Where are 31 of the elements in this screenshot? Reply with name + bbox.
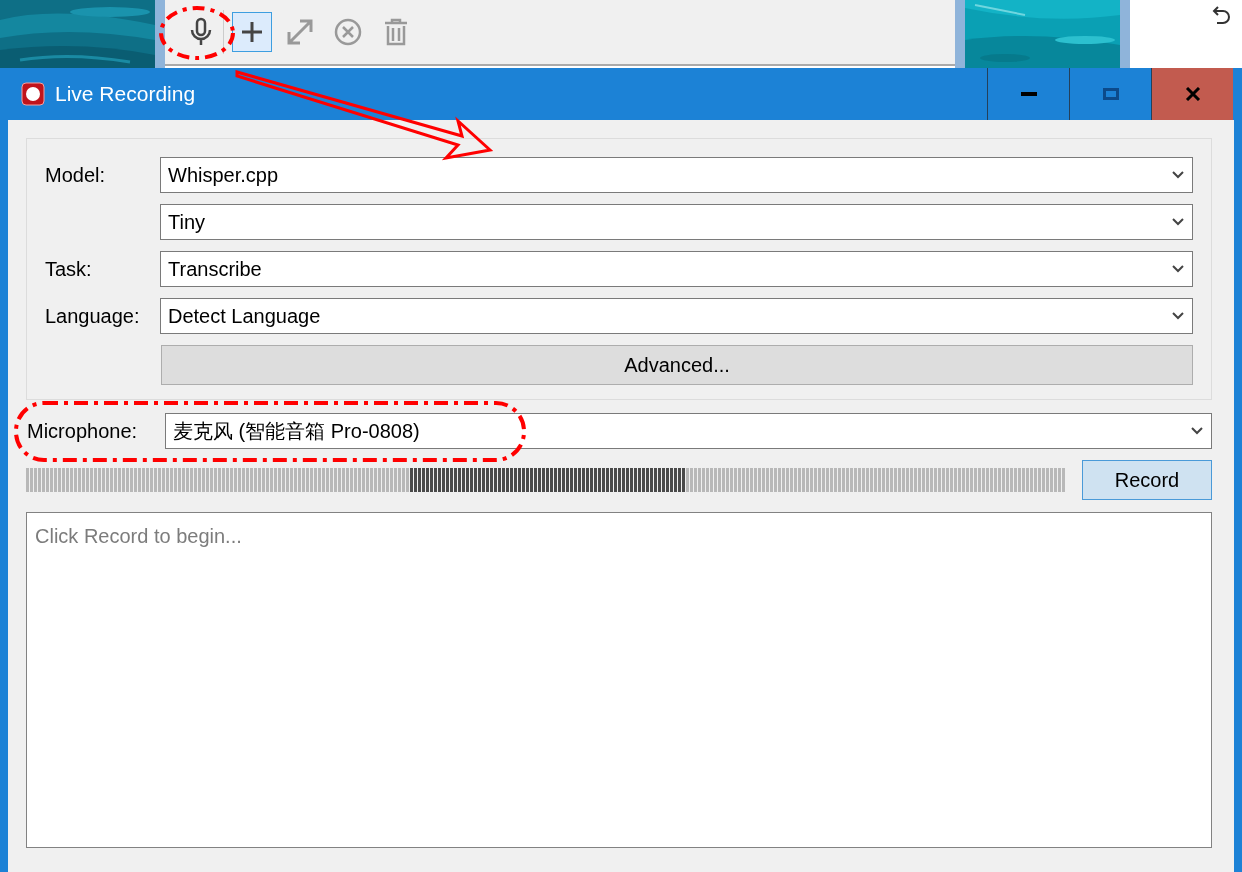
- record-button[interactable]: Record: [1082, 460, 1212, 500]
- plus-button[interactable]: [232, 12, 272, 52]
- settings-dropdown[interactable]: Detect Language: [160, 298, 1193, 334]
- close-icon: [1184, 87, 1201, 101]
- advanced-button[interactable]: Advanced...: [161, 345, 1193, 385]
- microphone-dropdown[interactable]: 麦克风 (智能音箱 Pro-0808): [165, 413, 1212, 449]
- chevron-icon: [1191, 427, 1203, 435]
- field-label: Language:: [44, 304, 141, 329]
- trash-icon: [384, 18, 408, 46]
- chevron-icon: [1172, 265, 1184, 273]
- undo-icon[interactable]: [1212, 4, 1232, 26]
- plus-icon: [241, 21, 263, 43]
- maximize-icon: [1102, 88, 1119, 100]
- microphone-icon: [189, 17, 213, 47]
- settings-dropdown[interactable]: Transcribe: [160, 251, 1193, 287]
- window-title: Live Recording: [55, 81, 196, 108]
- chevron-icon: [1172, 218, 1184, 226]
- field-label: Model:: [44, 163, 107, 188]
- window-border: [155, 0, 165, 68]
- close-button[interactable]: [1151, 68, 1233, 120]
- settings-dropdown[interactable]: Tiny: [160, 204, 1193, 240]
- settings-dropdown[interactable]: Whisper.cpp: [160, 157, 1193, 193]
- field-label: Microphone:: [26, 419, 139, 444]
- transcript-field[interactable]: Click Record to begin...: [26, 512, 1212, 848]
- chevron-icon: [1172, 171, 1184, 179]
- cancel-icon: [334, 18, 362, 46]
- record-icon: [21, 82, 45, 106]
- chevron-icon: [1172, 312, 1184, 320]
- field-label: Task:: [44, 257, 93, 282]
- expand-icon: [286, 18, 314, 46]
- minimize-icon: [1020, 92, 1037, 96]
